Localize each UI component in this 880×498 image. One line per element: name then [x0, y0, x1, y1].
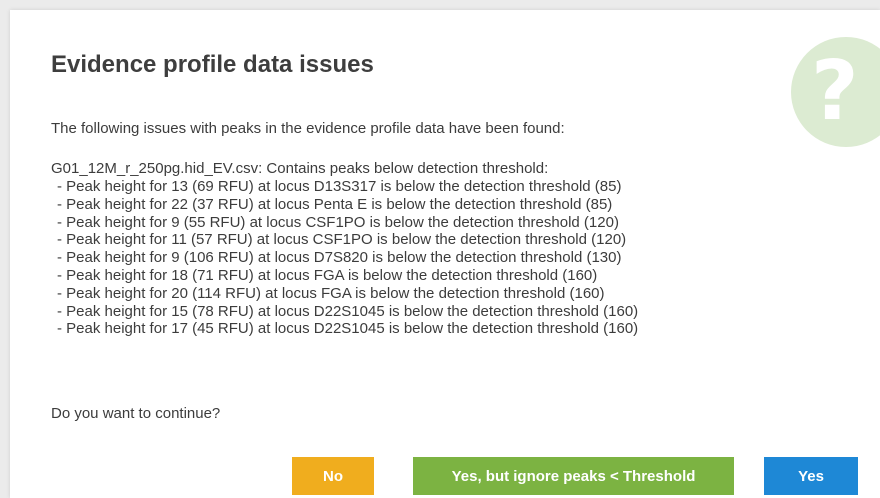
issue-item: - Peak height for 11 (57 RFU) at locus C…: [57, 231, 627, 249]
issue-item: - Peak height for 13 (69 RFU) at locus D…: [57, 178, 622, 195]
no-button[interactable]: No: [292, 457, 374, 495]
issue-item: - Peak height for 9 (55 RFU) at locus CS…: [57, 213, 619, 231]
issue-list: - Peak height for 13 (69 RFU) at locus D…: [51, 178, 638, 338]
file-issue-heading: G01_12M_r_250pg.hid_EV.csv: Contains pea…: [51, 160, 549, 177]
issue-item: - Peak height for 17 (45 RFU) at locus D…: [57, 320, 639, 338]
issue-item: - Peak height for 15 (78 RFU) at locus D…: [57, 302, 639, 320]
dialog-title: Evidence profile data issues: [51, 51, 374, 78]
continue-question: Do you want to continue?: [51, 405, 221, 422]
issue-item: - Peak height for 18 (71 RFU) at locus F…: [57, 266, 598, 284]
issue-item: - Peak height for 20 (114 RFU) at locus …: [57, 284, 605, 302]
yes-button[interactable]: Yes: [764, 457, 858, 495]
question-mark-icon: ?: [791, 37, 880, 147]
issue-item: - Peak height for 22 (37 RFU) at locus P…: [57, 195, 613, 213]
yes-ignore-peaks-button[interactable]: Yes, but ignore peaks < Threshold: [413, 457, 734, 495]
issue-item: - Peak height for 9 (106 RFU) at locus D…: [57, 249, 622, 267]
issues-dialog: ? Evidence profile data issues The follo…: [10, 10, 880, 498]
intro-text: The following issues with peaks in the e…: [51, 120, 565, 137]
